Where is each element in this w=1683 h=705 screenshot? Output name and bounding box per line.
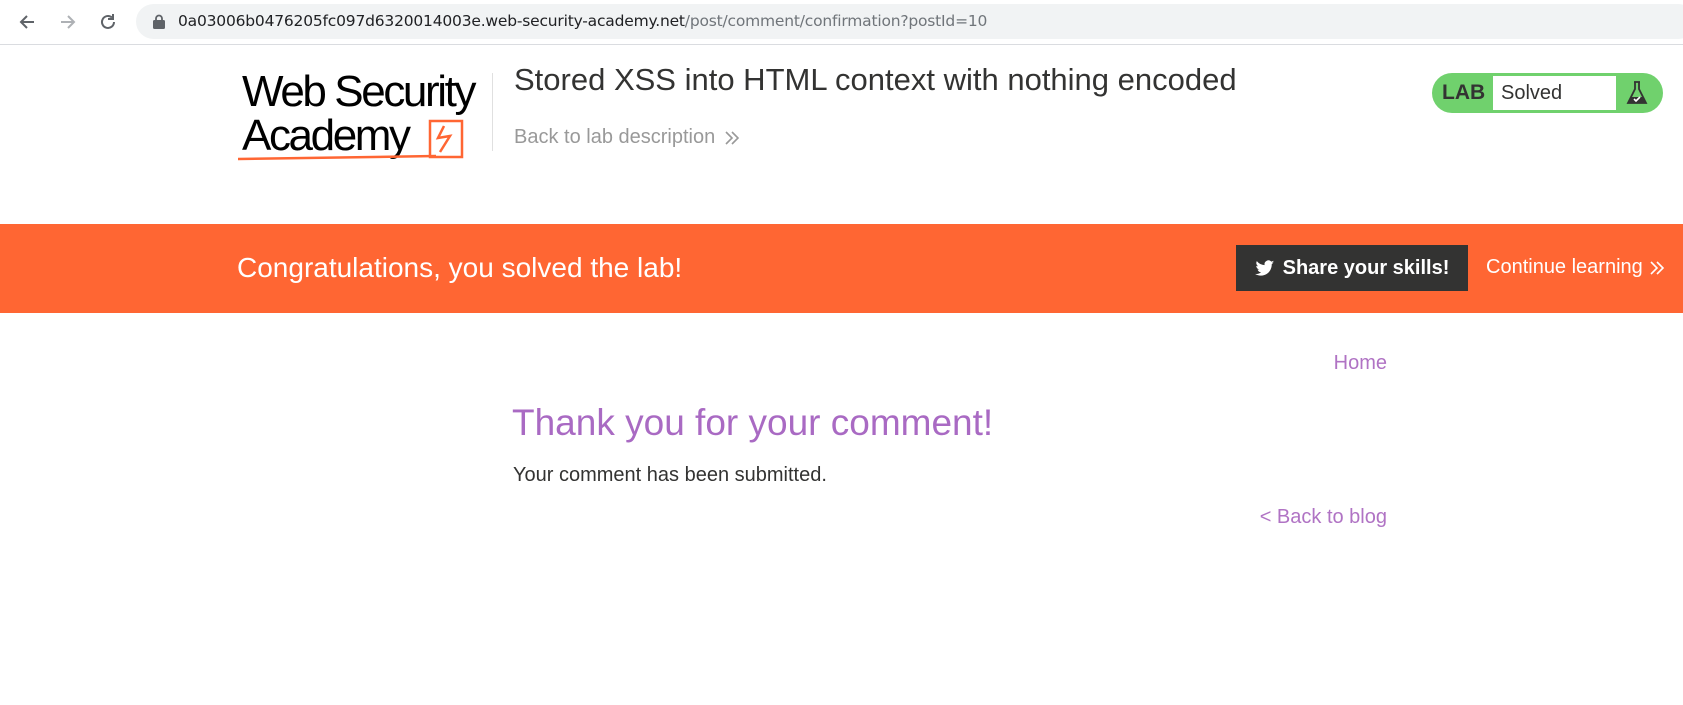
- url-text: 0a03006b0476205fc097d6320014003e.web-sec…: [178, 12, 987, 30]
- header-divider: [492, 73, 493, 151]
- confirmation-message: Your comment has been submitted.: [513, 464, 827, 486]
- lab-status-text: Solved: [1501, 82, 1563, 104]
- lab-status-prefix: LAB: [1442, 81, 1486, 104]
- url-path: /post/comment/confirmation?postId=10: [684, 12, 988, 30]
- back-arrow-icon: [19, 15, 34, 29]
- forward-button[interactable]: [54, 8, 82, 36]
- twitter-icon: [1254, 259, 1274, 276]
- reload-icon: [101, 14, 115, 29]
- share-skills-button[interactable]: Share your skills!: [1236, 245, 1468, 291]
- continue-learning-label: Continue learning: [1486, 256, 1643, 278]
- address-bar[interactable]: 0a03006b0476205fc097d6320014003e.web-sec…: [136, 4, 1683, 39]
- url-host: 0a03006b0476205fc097d6320014003e.web-sec…: [178, 12, 685, 30]
- flask-icon: [1626, 81, 1648, 104]
- continue-learning-link[interactable]: Continue learning: [1486, 256, 1665, 279]
- back-to-lab-description-link[interactable]: Back to lab description: [514, 126, 741, 149]
- congratulations-message: Congratulations, you solved the lab!: [237, 252, 683, 283]
- share-skills-label: Share your skills!: [1282, 256, 1450, 279]
- lab-status-box: Solved: [1493, 76, 1616, 110]
- confirmation-heading: Thank you for your comment!: [512, 402, 994, 443]
- back-to-blog-link[interactable]: < Back to blog: [1260, 506, 1387, 529]
- lab-title: Stored XSS into HTML context with nothin…: [514, 62, 1237, 97]
- lab-status-widget: LAB Solved: [1432, 73, 1663, 113]
- chevron-right-icon: [1650, 260, 1664, 275]
- forward-arrow-icon: [61, 15, 76, 29]
- home-link[interactable]: Home: [1334, 352, 1387, 375]
- browser-toolbar: 0a03006b0476205fc097d6320014003e.web-sec…: [0, 0, 1683, 45]
- lock-icon: [153, 14, 165, 29]
- reload-button[interactable]: [94, 8, 122, 36]
- solved-banner: Congratulations, you solved the lab! Sha…: [0, 224, 1683, 313]
- back-button[interactable]: [13, 8, 41, 36]
- back-to-lab-description-label: Back to lab description: [514, 126, 716, 148]
- web-security-academy-logo[interactable]: Web Security Academy: [238, 66, 490, 162]
- chevron-right-icon: [725, 130, 740, 145]
- logo-mark-icon: [238, 119, 464, 161]
